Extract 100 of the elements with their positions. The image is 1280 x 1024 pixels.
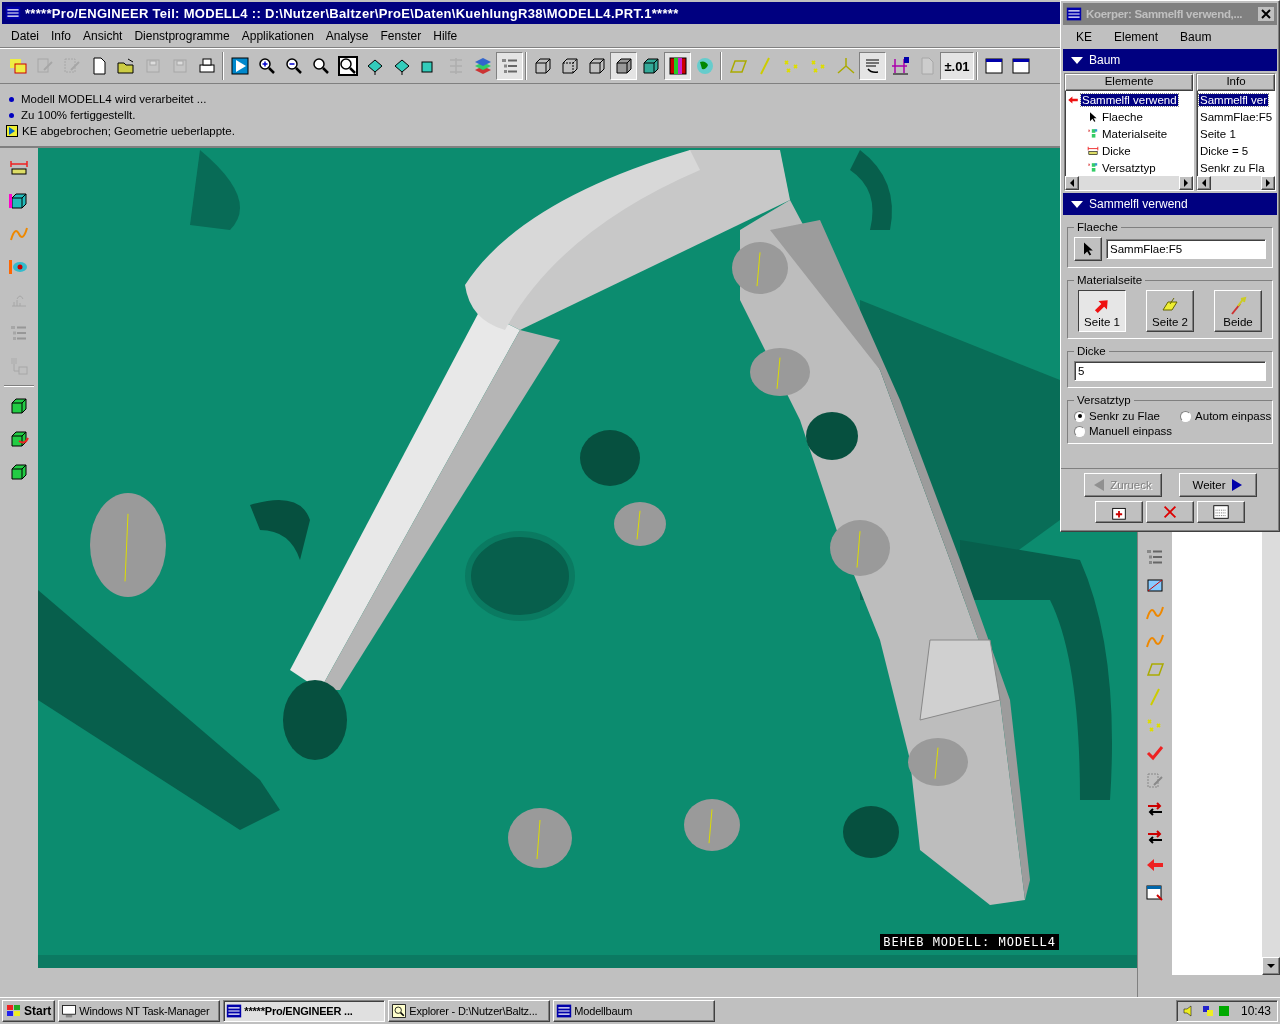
menu-item[interactable]: KE xyxy=(1071,28,1097,46)
menu-item[interactable]: Applikationen xyxy=(236,26,319,45)
side-button[interactable]: Beide xyxy=(1214,290,1262,332)
taskbar-button[interactable]: Explorer - D:\Nutzer\Baltz... xyxy=(388,1000,551,1022)
regenerate-icon xyxy=(61,56,82,76)
taskbar-button[interactable]: *****Pro/ENGINEER ... xyxy=(223,1000,386,1022)
window-icon xyxy=(983,56,1004,76)
spin-center-button[interactable] xyxy=(859,52,886,80)
scroll-arrow-button[interactable] xyxy=(1197,176,1211,190)
zoom-window-icon xyxy=(337,56,358,76)
tree-item[interactable]: Dicke xyxy=(1101,144,1132,157)
bullet-icon xyxy=(9,112,14,118)
tolerance-button[interactable]: ±.01 xyxy=(940,52,974,80)
menu-item[interactable]: Ansicht xyxy=(78,26,128,45)
pick-button[interactable] xyxy=(1074,237,1102,261)
network-icon xyxy=(1200,1004,1215,1018)
hole xyxy=(806,412,858,460)
pin-hole xyxy=(614,502,666,546)
open-folder-icon xyxy=(115,56,136,76)
color-bars-icon xyxy=(667,56,688,76)
monitor-icon xyxy=(61,1003,78,1019)
cut-cube-icon xyxy=(9,462,29,482)
solid-cube-icon xyxy=(640,56,661,76)
section-header[interactable]: Sammelfl verwend xyxy=(1063,193,1277,215)
left-triangle-icon xyxy=(1093,478,1106,492)
tree-item[interactable]: Sammelfl verwend xyxy=(1081,93,1178,106)
surface-field[interactable]: SammFlae:F5 xyxy=(1106,239,1266,259)
start-button[interactable]: Start xyxy=(2,1000,56,1022)
check-mark-icon xyxy=(1145,743,1165,763)
zoom-out-icon xyxy=(283,56,304,76)
column-header[interactable]: Elemente xyxy=(1065,74,1193,91)
cancel-button[interactable] xyxy=(1146,501,1194,523)
flag-icon xyxy=(6,1004,22,1018)
radio-option[interactable]: Senkr zu Flae xyxy=(1074,410,1173,422)
folders-icon xyxy=(7,56,28,76)
rotate-cube-icon xyxy=(9,429,29,449)
menu-item[interactable]: Element xyxy=(1109,28,1164,46)
hidden-line-cube-icon xyxy=(559,56,580,76)
hook-part xyxy=(250,500,310,560)
group-label: Flaeche xyxy=(1076,221,1119,233)
column-header[interactable]: Info xyxy=(1197,74,1275,91)
coordinate-system-icon xyxy=(835,56,856,76)
scroll-arrow-button[interactable] xyxy=(1179,176,1193,190)
pin-hole xyxy=(830,520,890,576)
menu-item[interactable]: Fenster xyxy=(375,26,427,45)
shaded-cube-button[interactable] xyxy=(610,52,637,80)
section-header[interactable]: Baum xyxy=(1063,49,1277,71)
refit-icon xyxy=(310,56,331,76)
window-icon xyxy=(1066,6,1082,22)
menu-item[interactable]: Hilfe xyxy=(428,26,463,45)
cancel-icon xyxy=(1161,503,1179,521)
dimension-names-icon xyxy=(889,56,910,76)
radio-option[interactable]: Manuell einpass xyxy=(1074,425,1173,437)
radio-option[interactable]: Autom einpass xyxy=(1180,410,1272,422)
status-square-icon xyxy=(1218,1006,1229,1016)
color-eye-icon xyxy=(9,257,29,277)
menu-item[interactable]: Baum xyxy=(1175,28,1217,46)
group-label: Versatztyp xyxy=(1076,394,1132,406)
material-icon xyxy=(1087,127,1099,140)
tree-item[interactable]: Versatztyp xyxy=(1101,161,1157,174)
info-cell: Seite 1 xyxy=(1199,127,1237,140)
color-bars-button[interactable] xyxy=(664,52,691,80)
menu-item[interactable]: Datei xyxy=(6,26,44,45)
bullet-icon xyxy=(9,96,14,102)
group-label: Dicke xyxy=(1076,345,1107,357)
group-label: Materialseite xyxy=(1076,274,1144,286)
taskbar-button[interactable]: Modellbaum xyxy=(553,1000,716,1022)
shaded-cube-icon xyxy=(613,56,634,76)
model-tree-button[interactable] xyxy=(496,52,523,80)
material-icon xyxy=(1087,161,1099,174)
message-text: Modell MODELL4 wird verarbeitet ... xyxy=(21,92,207,106)
scroll-arrow-button[interactable] xyxy=(1261,176,1275,190)
repaint-icon xyxy=(229,56,250,76)
message-text: Zu 100% fertiggestellt. xyxy=(21,108,136,122)
window-icon xyxy=(556,1003,573,1019)
close-icon[interactable] xyxy=(1258,7,1274,21)
explorer-icon xyxy=(391,1003,408,1019)
thickness-field[interactable]: 5 xyxy=(1074,361,1266,381)
double-arrow-icon xyxy=(1228,296,1248,316)
list-lines-icon xyxy=(1145,547,1165,567)
side-button[interactable]: Seite 2 xyxy=(1146,290,1194,332)
window-title: *****Pro/ENGINEER Teil: MODELL4 :: D:\Nutzer\Baltzer\ProE\Daten\KuehlungR38\MODELL4.PRT.1***** xyxy=(25,5,679,21)
add-box-button[interactable] xyxy=(1095,501,1143,523)
scroll-arrow-button[interactable] xyxy=(1262,957,1280,975)
tree-item[interactable]: Materialseite xyxy=(1101,127,1169,140)
menu-item[interactable]: Analyse xyxy=(320,26,374,45)
menu-item[interactable]: Info xyxy=(46,26,77,45)
tree-item[interactable]: Flaeche xyxy=(1101,110,1144,123)
menu-item[interactable]: Dienstprogramme xyxy=(129,26,235,45)
pointer-icon xyxy=(1087,110,1099,123)
edit-document-icon xyxy=(34,56,55,76)
status-overlay-text: BEHEB MODELL: MODELL4 xyxy=(880,934,1059,950)
next-button[interactable]: Weiter xyxy=(1178,473,1257,497)
info-window-button[interactable] xyxy=(1197,501,1245,523)
scroll-arrow-button[interactable] xyxy=(1065,176,1079,190)
dialog-title: Koerper: Sammelfl verwend,... xyxy=(1086,8,1243,20)
pin-hole xyxy=(750,348,810,396)
side-button[interactable]: Seite 1 xyxy=(1078,290,1126,332)
list-lines-icon xyxy=(9,323,29,343)
taskbar-button[interactable]: Windows NT Task-Manager xyxy=(58,1000,221,1022)
